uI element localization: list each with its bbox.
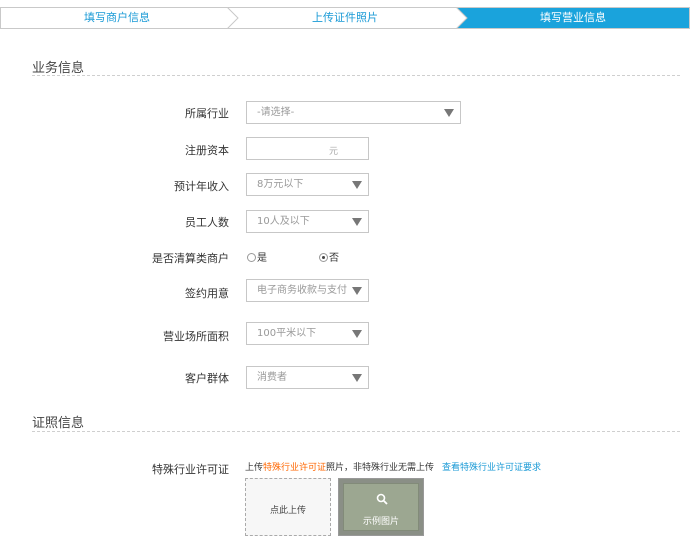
radio-checked-icon: [319, 253, 328, 262]
view-requirements-link[interactable]: 查看特殊行业许可证要求: [442, 463, 541, 473]
area-value: 100平米以下: [257, 328, 317, 339]
step-arrow-icon: [456, 7, 468, 29]
staff-label: 员工人数: [185, 216, 229, 229]
step-merchant-info: 填写商户信息: [84, 11, 150, 24]
note-highlight: 特殊行业许可证: [263, 463, 327, 473]
radio-yes-label: 是: [257, 253, 267, 264]
customers-value: 消费者: [257, 372, 287, 383]
triangle-down-icon: [352, 287, 362, 295]
area-label: 营业场所面积: [163, 330, 229, 343]
triangle-down-icon: [352, 330, 362, 338]
triangle-down-icon: [352, 181, 362, 189]
note-suffix: 照片，非特殊行业无需上传: [326, 463, 435, 473]
staff-select[interactable]: 10人及以下: [246, 210, 369, 233]
sample-image[interactable]: 示例图片: [338, 478, 424, 536]
section-divider: [32, 431, 680, 432]
step-upload-photos: 上传证件照片: [312, 11, 378, 24]
section-divider: [32, 75, 680, 76]
section-title-license: 证照信息: [32, 416, 85, 431]
triangle-down-icon: [352, 374, 362, 382]
upload-label: 点此上传: [269, 506, 306, 516]
step-progress-bar: 填写商户信息 上传证件照片 填写营业信息: [0, 7, 690, 29]
customers-label: 客户群体: [185, 372, 229, 385]
special-license-note: 上传特殊行业许可证照片，非特殊行业无需上传 查看特殊行业许可证要求: [245, 460, 541, 473]
upload-button[interactable]: 点此上传: [245, 478, 331, 536]
radio-no-label: 否: [329, 253, 339, 264]
section-title-business: 业务信息: [32, 61, 85, 76]
magnifier-icon: [376, 493, 388, 505]
income-select[interactable]: 8万元以下: [246, 173, 369, 196]
capital-unit: 元: [328, 147, 338, 157]
step-business-info: 填写营业信息: [457, 8, 689, 28]
intent-select[interactable]: 电子商务收款与支付: [246, 279, 369, 302]
triangle-down-icon: [444, 109, 454, 117]
radio-unchecked-icon: [247, 253, 256, 262]
triangle-down-icon: [352, 218, 362, 226]
clearing-label: 是否清算类商户: [152, 252, 229, 265]
note-prefix: 上传: [245, 463, 264, 473]
special-license-label: 特殊行业许可证: [152, 463, 229, 476]
area-select[interactable]: 100平米以下: [246, 322, 369, 345]
customers-select[interactable]: 消费者: [246, 366, 369, 389]
income-label: 预计年收入: [174, 180, 229, 193]
sample-label: 示例图片: [362, 517, 399, 527]
industry-label: 所属行业: [185, 107, 229, 120]
capital-label: 注册资本: [185, 144, 229, 157]
industry-value: -请选择-: [257, 107, 295, 118]
clearing-radio-yes[interactable]: 是: [247, 249, 267, 264]
intent-label: 签约用意: [185, 287, 229, 300]
income-value: 8万元以下: [257, 179, 304, 190]
intent-value: 电子商务收款与支付: [257, 285, 347, 296]
clearing-radio-no[interactable]: 否: [319, 249, 339, 264]
staff-value: 10人及以下: [257, 216, 310, 227]
capital-input[interactable]: 元: [246, 137, 369, 160]
industry-select[interactable]: -请选择-: [246, 101, 461, 124]
